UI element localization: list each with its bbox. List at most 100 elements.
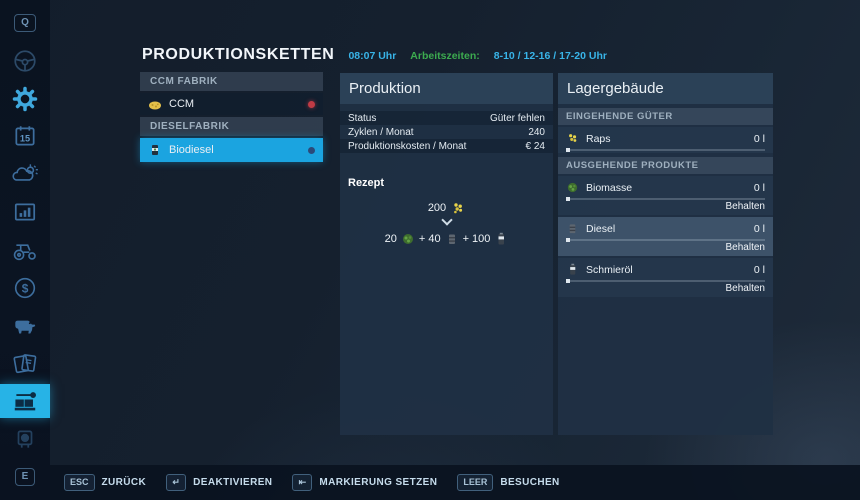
recipe-arrow: [340, 220, 553, 224]
recipe-output-amount: + 40: [419, 233, 441, 245]
factory-label: Biodiesel: [169, 144, 301, 156]
sidebar-item-help[interactable]: Q: [6, 6, 44, 40]
ccm-icon: [148, 97, 162, 111]
sidebar-item-production-chains[interactable]: [0, 384, 50, 418]
space-key-icon: LEER: [457, 474, 493, 491]
sidebar-item-animals[interactable]: [6, 309, 44, 343]
product-label: Schmieröl: [586, 264, 748, 276]
stat-row-cycles: Zyklen / Monat 240: [340, 125, 553, 139]
cow-icon: [11, 313, 39, 339]
sidebar-item-weather[interactable]: [6, 157, 44, 191]
back-button[interactable]: ESC ZURÜCK: [64, 474, 146, 491]
production-panel-title: Produktion: [340, 73, 553, 104]
sidebar-item-calendar[interactable]: 15: [6, 119, 44, 153]
fill-bar: [566, 149, 765, 151]
schmieroel-icon: [566, 263, 580, 277]
biodiesel-icon: [148, 143, 162, 157]
recipe-output: 20 + 40 + 100: [340, 232, 553, 246]
recipe-label: Rezept: [348, 177, 553, 189]
recipe-input-amount: 200: [428, 202, 446, 214]
sidebar-item-garage[interactable]: [6, 233, 44, 267]
recipe-output-amount: + 100: [463, 233, 491, 245]
svg-text:15: 15: [20, 134, 30, 144]
product-amount: 0 l: [754, 223, 765, 235]
factory-label: CCM: [169, 98, 301, 110]
fill-bar-handle[interactable]: [566, 148, 570, 152]
set-marker-button[interactable]: ⇤ MARKIERUNG SETZEN: [292, 474, 437, 491]
recipe-output-amount: 20: [385, 233, 397, 245]
cards-icon: [11, 350, 39, 376]
distribution-slider-handle[interactable]: [566, 197, 570, 201]
tractor-icon: [11, 237, 39, 263]
back-label: ZURÜCK: [102, 477, 147, 488]
steering-wheel-icon: [12, 48, 38, 74]
sidebar-item-statistics[interactable]: [6, 195, 44, 229]
sidebar-item-settings[interactable]: [6, 82, 44, 116]
sidebar-item-contracts[interactable]: [6, 346, 44, 380]
worktimes-value: 8-10 / 12-16 / 17-20 Uhr: [494, 50, 607, 64]
production-panel: Produktion Status Güter fehlen Zyklen / …: [340, 73, 553, 435]
set-marker-label: MARKIERUNG SETZEN: [319, 477, 437, 488]
sidebar-item-finances[interactable]: $: [6, 271, 44, 305]
incoming-goods-header: EINGEHENDE GÜTER: [558, 108, 773, 125]
diesel-icon: [566, 222, 580, 236]
sidebar-item-vehicles[interactable]: [6, 44, 44, 78]
worktimes-label: Arbeitszeiten:: [410, 50, 479, 64]
distribution-slider-handle[interactable]: [566, 279, 570, 283]
visit-button[interactable]: LEER BESUCHEN: [457, 474, 559, 491]
storage-row-biomasse[interactable]: Biomasse 0 l Behalten: [558, 176, 773, 215]
chart-icon: [12, 199, 38, 225]
output-mode-toggle[interactable]: Behalten: [726, 283, 765, 295]
biomasse-icon: [566, 181, 580, 195]
stat-row-costs: Produktionskosten / Monat € 24: [340, 139, 553, 153]
tab-key-icon: ⇤: [292, 474, 312, 491]
raps-icon: [451, 201, 465, 215]
storage-row-schmieroel[interactable]: Schmieröl 0 l Behalten: [558, 258, 773, 297]
factory-row-ccm[interactable]: CCM: [140, 93, 323, 115]
production-chains-icon: [11, 388, 39, 414]
product-amount: 0 l: [754, 182, 765, 194]
output-mode-toggle[interactable]: Behalten: [726, 242, 765, 254]
chevron-down-icon: [441, 214, 452, 225]
status-dot-red: [308, 101, 315, 108]
factory-list: CCM FABRIK CCM DIESELFABRIK Biodiesel: [140, 72, 323, 164]
output-mode-toggle[interactable]: Behalten: [726, 201, 765, 213]
deactivate-label: DEAKTIVIEREN: [193, 477, 272, 488]
sidebar-item-placeables[interactable]: [6, 422, 44, 456]
production-chains-screen: Q 15: [0, 0, 860, 500]
key-e-icon: E: [15, 468, 36, 486]
storage-panel: Lagergebäude EINGEHENDE GÜTER Raps 0 l A…: [558, 73, 773, 435]
storage-panel-title: Lagergebäude: [558, 73, 773, 104]
stat-value: € 24: [526, 141, 545, 152]
stat-label: Zyklen / Monat: [348, 127, 528, 138]
schmieroel-icon: [494, 232, 508, 246]
raps-icon: [566, 132, 580, 146]
esc-key-icon: ESC: [64, 474, 95, 491]
gear-icon: [11, 85, 39, 113]
stat-row-status: Status Güter fehlen: [340, 111, 553, 125]
enter-key-icon: ↵: [166, 474, 186, 491]
distribution-slider-handle[interactable]: [566, 238, 570, 242]
factory-row-biodiesel[interactable]: Biodiesel: [140, 138, 323, 162]
product-label: Diesel: [586, 223, 748, 235]
good-label: Raps: [586, 133, 748, 145]
visit-label: BESUCHEN: [500, 477, 559, 488]
diesel-icon: [445, 232, 459, 246]
key-q-icon: Q: [14, 14, 36, 32]
stat-value: 240: [528, 127, 545, 138]
clock-time: 08:07 Uhr: [348, 50, 396, 64]
deactivate-button[interactable]: ↵ DEAKTIVIEREN: [166, 474, 272, 491]
sidebar-item-page-next[interactable]: E: [6, 460, 44, 494]
product-amount: 0 l: [754, 264, 765, 276]
good-amount: 0 l: [754, 133, 765, 145]
dollar-icon: $: [12, 275, 38, 301]
distribution-slider: [566, 280, 765, 282]
stat-label: Produktionskosten / Monat: [348, 141, 526, 152]
storage-row-diesel[interactable]: Diesel 0 l Behalten: [558, 217, 773, 256]
weather-icon: [11, 161, 39, 187]
biomasse-icon: [401, 232, 415, 246]
stat-label: Status: [348, 113, 490, 124]
distribution-slider: [566, 198, 765, 200]
storage-row-raps[interactable]: Raps 0 l: [558, 127, 773, 153]
calendar-icon: 15: [12, 123, 38, 149]
